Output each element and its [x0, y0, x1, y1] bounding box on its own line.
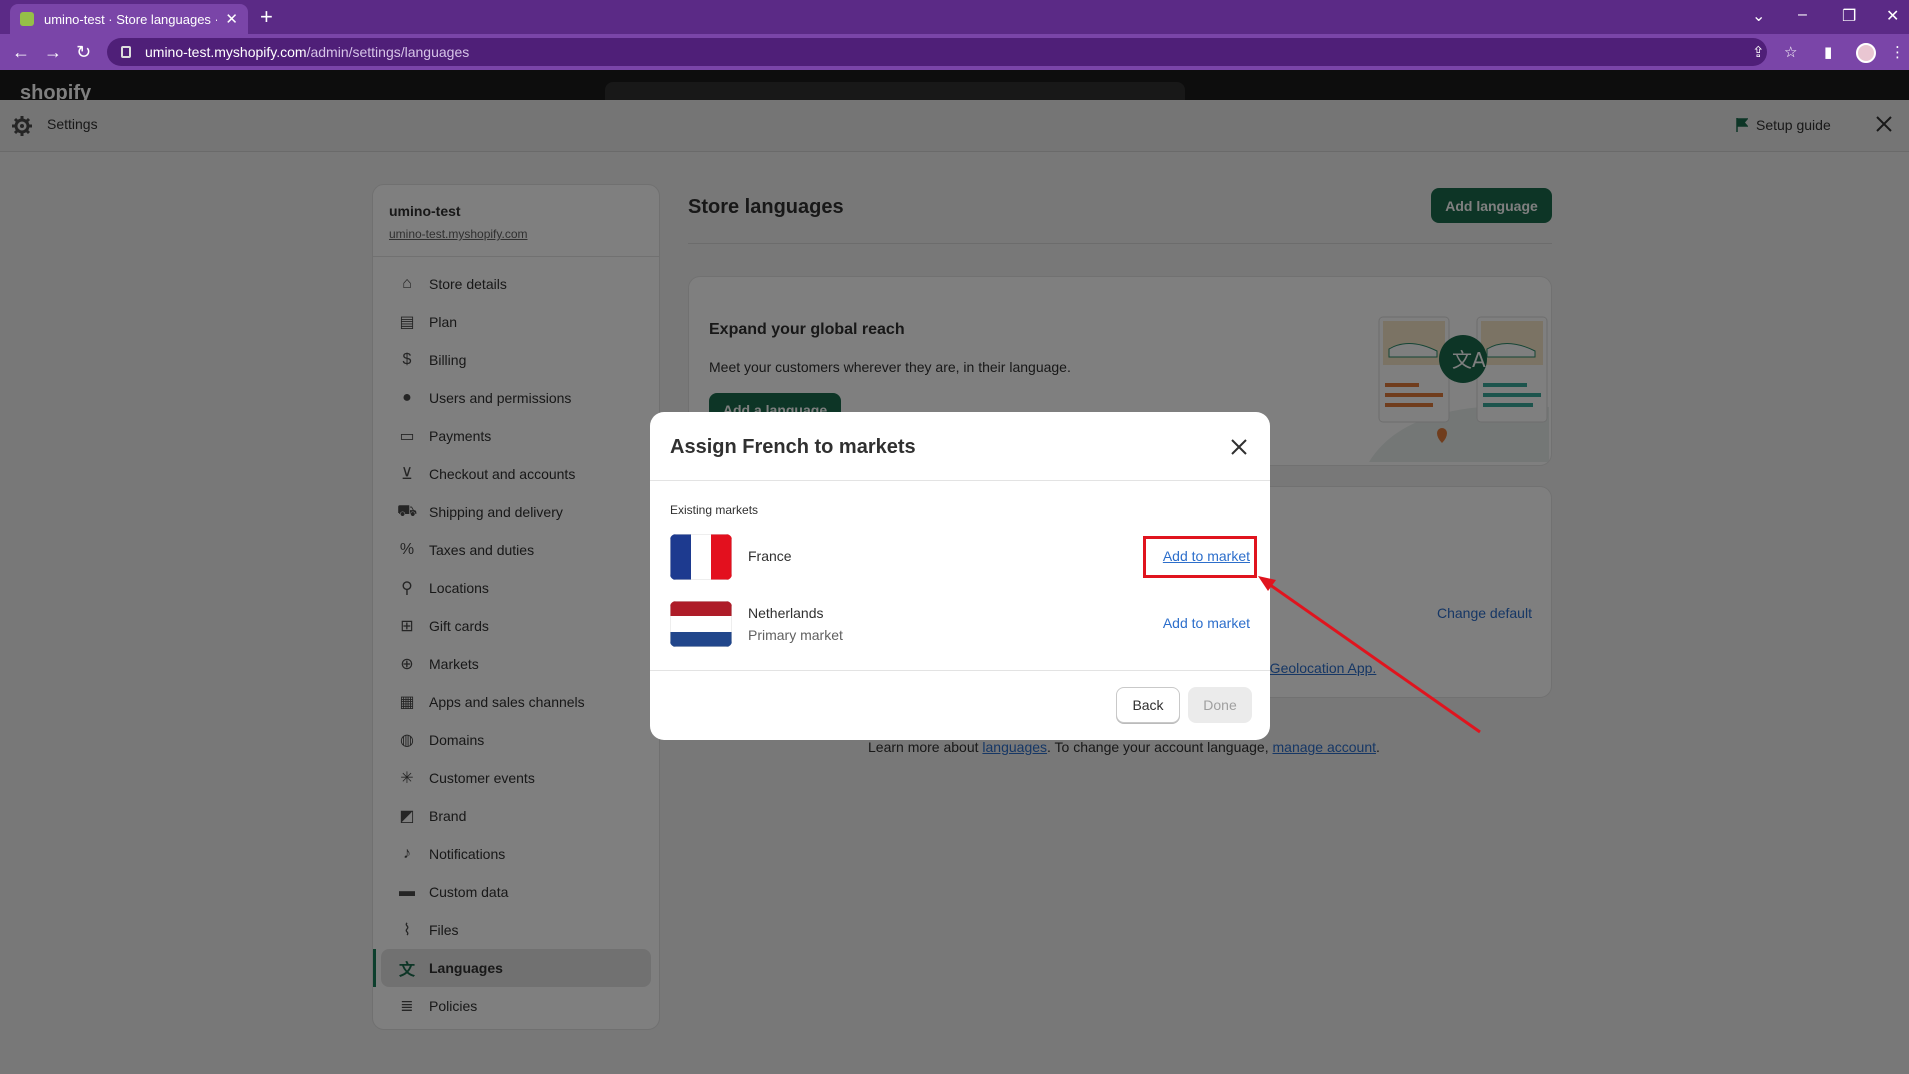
forward-arrow-icon[interactable]: → [44, 42, 62, 62]
back-arrow-icon[interactable]: ← [12, 42, 30, 62]
modal-header: Assign French to markets [650, 412, 1270, 481]
reload-icon[interactable]: ↻ [76, 42, 91, 62]
lock-icon [121, 46, 131, 58]
profile-avatar[interactable] [1856, 43, 1876, 63]
bookmark-star-icon[interactable]: ☆ [1784, 43, 1797, 61]
modal-footer: Back Done [650, 670, 1270, 740]
annotation-highlight-box [1143, 536, 1257, 578]
market-name: Netherlands [748, 605, 824, 621]
url-host: umino-test.myshopify.com [145, 44, 307, 60]
existing-markets-label: Existing markets [670, 503, 759, 517]
market-subtitle: Primary market [748, 627, 843, 643]
new-tab-icon[interactable]: + [260, 6, 273, 28]
france-flag-icon [670, 534, 732, 580]
window-close-icon[interactable]: ✕ [1886, 6, 1899, 26]
market-row-netherlands: Netherlands Primary market Add to market [670, 601, 1250, 647]
browser-tab[interactable]: umino-test · Store languages · Sh ✕ [10, 4, 248, 34]
address-bar-row: ← → ↻ umino-test.myshopify.com/admin/set… [0, 34, 1909, 70]
tab-search-icon[interactable]: ⌄ [1752, 6, 1765, 26]
netherlands-flag-icon [670, 601, 732, 647]
done-button[interactable]: Done [1188, 687, 1252, 723]
browser-menu-icon[interactable]: ⋮ [1890, 43, 1905, 61]
modal-title: Assign French to markets [670, 436, 916, 458]
share-icon[interactable]: ⇪ [1752, 43, 1765, 61]
back-button[interactable]: Back [1116, 687, 1180, 723]
url-field[interactable]: umino-test.myshopify.com/admin/settings/… [107, 38, 1767, 66]
tab-title: umino-test · Store languages · Sh [44, 11, 217, 27]
add-to-market-netherlands-link[interactable]: Add to market [1163, 615, 1250, 631]
minimize-icon[interactable]: – [1798, 6, 1807, 24]
browser-tab-bar: umino-test · Store languages · Sh ✕ + ⌄ … [0, 0, 1909, 34]
shopify-favicon-icon [20, 12, 34, 26]
side-panel-icon[interactable]: ▮ [1824, 43, 1832, 61]
close-icon[interactable] [1228, 436, 1250, 458]
tab-close-icon[interactable]: ✕ [225, 10, 238, 28]
url-path: /admin/settings/languages [306, 44, 470, 60]
restore-icon[interactable]: ❐ [1842, 6, 1856, 26]
market-name: France [748, 548, 792, 564]
